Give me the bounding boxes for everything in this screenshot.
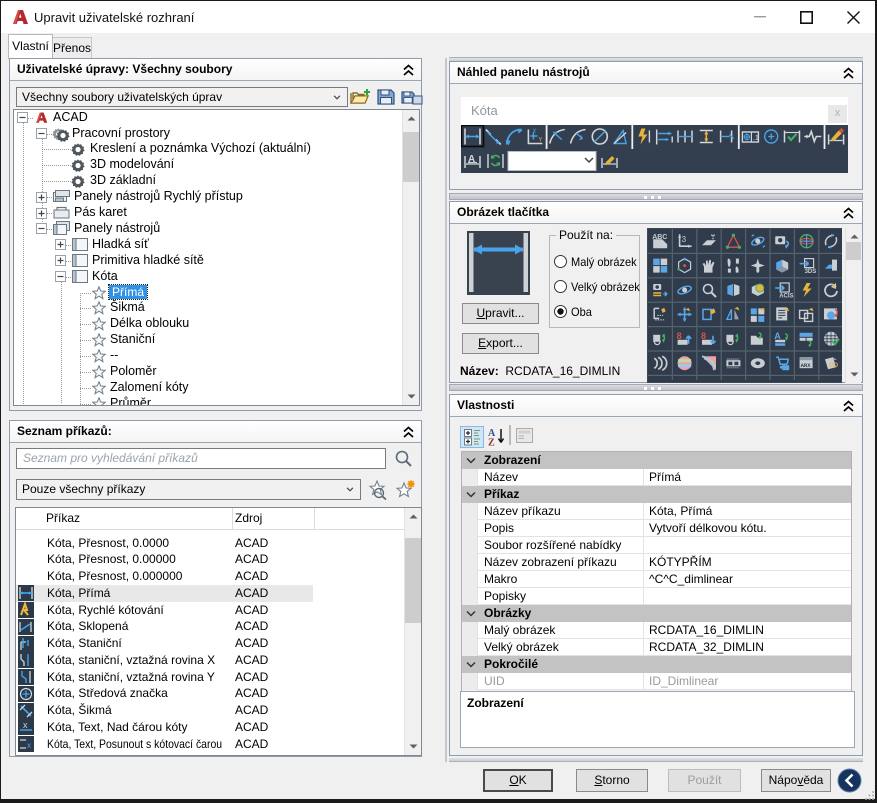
svg-text:CO: CO bbox=[829, 363, 838, 369]
svg-text:Y: Y bbox=[538, 138, 542, 144]
svg-text:A: A bbox=[468, 154, 475, 165]
svg-text:A: A bbox=[774, 331, 781, 341]
svg-text:3: 3 bbox=[682, 235, 687, 244]
svg-text:X: X bbox=[532, 129, 536, 135]
svg-text:x: x bbox=[23, 720, 28, 730]
svg-text:ACIS: ACIS bbox=[779, 294, 793, 300]
svg-text:x: x bbox=[27, 741, 31, 750]
svg-text:3DS: 3DS bbox=[805, 269, 817, 275]
svg-text:.1: .1 bbox=[753, 135, 759, 142]
svg-text:ARX: ARX bbox=[801, 362, 812, 369]
svg-text:8: 8 bbox=[677, 331, 682, 341]
svg-text:8: 8 bbox=[701, 331, 706, 341]
svg-text:ABC: ABC bbox=[652, 234, 667, 241]
svg-text:Z: Z bbox=[488, 438, 495, 447]
